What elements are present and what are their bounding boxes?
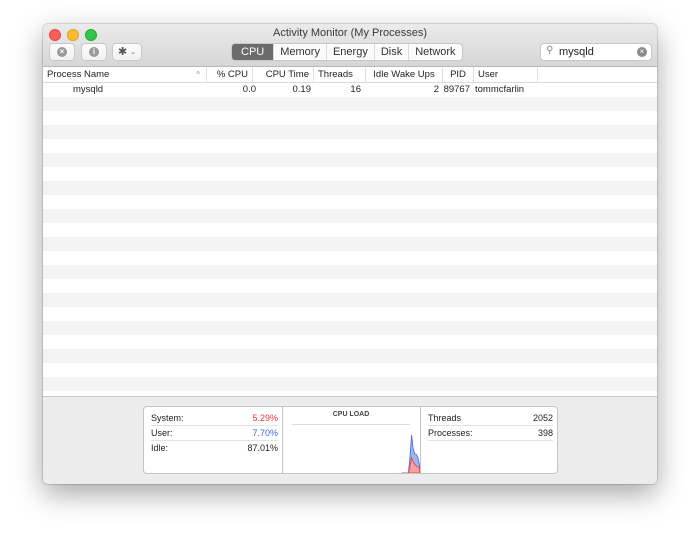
column-label: Process Name [47,69,110,80]
empty-row [43,97,657,111]
cell-cpu: 0.0 [242,84,256,95]
stat-user: User: 7.70% [151,426,278,441]
empty-row [43,237,657,251]
empty-row [43,293,657,307]
empty-row [43,265,657,279]
stat-processes: Processes: 398 [428,426,553,441]
empty-row [43,153,657,167]
empty-row [43,181,657,195]
idle-value: 87.01% [247,443,278,453]
cell-threads: 16 [350,84,361,95]
empty-row [43,321,657,335]
stat-system: System: 5.29% [151,411,278,426]
gear-icon: ✱ [117,45,128,58]
stat-threads: Threads 2052 [428,411,553,426]
stop-process-icon: × [57,47,67,57]
cpu-load-graph [402,434,420,473]
cpu-load-title: CPU LOAD [332,411,370,418]
tab-disk[interactable]: Disk [373,44,408,60]
table-header: Process Name ^ % CPU CPU Time Threads Id… [43,67,657,83]
cpu-load-graph-panel: CPU LOAD [282,407,421,473]
cpu-usage-breakdown: System: 5.29% User: 7.70% Idle: 87.01% [144,407,283,473]
stat-idle: Idle: 87.01% [151,441,278,455]
processes-value: 398 [537,428,553,438]
column-header-pid[interactable]: PID [442,67,473,82]
threads-value: 2052 [532,413,553,423]
search-value[interactable]: mysqld [559,46,594,58]
view-tabs: CPU Memory Energy Disk Network [231,43,463,61]
cell-name: mysqld [73,84,104,95]
column-header-cpu-time[interactable]: CPU Time [252,67,313,82]
empty-row [43,125,657,139]
cell-pid: 89767 [443,84,470,95]
empty-row [43,195,657,209]
info-icon: i [89,47,99,57]
column-header-threads[interactable]: Threads [313,67,365,82]
cell-user: tommcfarlin [475,84,525,95]
empty-row [43,377,657,391]
tab-cpu[interactable]: CPU [232,44,274,60]
empty-row [43,167,657,181]
tab-network[interactable]: Network [408,44,461,60]
idle-label: Idle: [151,443,169,453]
cell-cpu-time: 0.19 [292,84,312,95]
window-title: Activity Monitor (My Processes) [272,27,428,39]
tab-memory[interactable]: Memory [273,44,326,60]
empty-row [43,209,657,223]
clear-search-icon[interactable]: × [637,47,647,57]
system-value: 5.29% [252,413,278,423]
empty-row [43,349,657,363]
cpu-summary-area: System: 5.29% User: 7.70% Idle: 87.01% C… [43,397,657,484]
stop-process-button[interactable]: × [49,43,75,61]
inspect-process-button[interactable]: i [81,43,107,61]
empty-row [43,251,657,265]
process-table: Process Name ^ % CPU CPU Time Threads Id… [43,67,657,397]
table-row[interactable]: mysqld 0.0 0.19 16 2 89767 tommcfarlin [43,83,657,97]
column-header-process-name[interactable]: Process Name ^ [43,67,206,82]
cell-idle-wake-ups: 2 [433,84,439,95]
toolbar: Activity Monitor (My Processes) × i ✱ ⌄ … [43,24,657,67]
empty-row [43,139,657,153]
empty-row [43,279,657,293]
column-header-user[interactable]: User [473,67,537,82]
search-input[interactable]: ⚲ mysqld × [540,43,652,61]
user-value: 7.70% [252,428,278,438]
sort-ascending-icon: ^ [196,70,200,79]
empty-row [43,223,657,237]
column-header-cpu[interactable]: % CPU [206,67,252,82]
user-label: User: [151,428,173,438]
empty-row [43,307,657,321]
processes-label: Processes: [428,428,473,438]
empty-row [43,111,657,125]
activity-monitor-window: Activity Monitor (My Processes) × i ✱ ⌄ … [43,24,657,484]
column-header-empty [537,67,657,82]
table-body: mysqld 0.0 0.19 16 2 89767 tommcfarlin [43,83,657,391]
tab-energy[interactable]: Energy [325,44,374,60]
threads-label: Threads [428,413,462,423]
chevron-down-icon: ⌄ [130,49,137,56]
process-counts: Threads 2052 Processes: 398 [421,407,557,473]
empty-row [43,335,657,349]
system-label: System: [151,413,184,423]
column-header-idle-wake-ups[interactable]: Idle Wake Ups [365,67,442,82]
search-icon: ⚲ [546,45,554,56]
cpu-summary-panel: System: 5.29% User: 7.70% Idle: 87.01% C… [143,406,558,474]
action-menu-button[interactable]: ✱ ⌄ [112,43,142,61]
empty-row [43,363,657,377]
